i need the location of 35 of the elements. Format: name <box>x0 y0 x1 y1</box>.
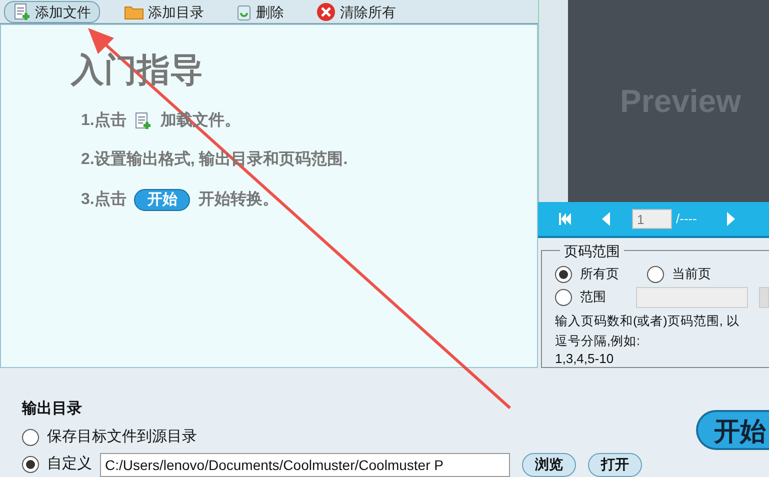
start-button[interactable]: 开始 <box>696 410 769 450</box>
close-icon <box>316 2 336 22</box>
recycle-bin-icon <box>236 2 252 20</box>
document-plus-icon <box>134 112 152 130</box>
radio-button[interactable] <box>555 266 572 282</box>
guide-title: 入门指导 <box>71 53 203 86</box>
radio-label: 保存目标文件到源目录 <box>47 427 197 448</box>
radio-button[interactable] <box>22 456 39 473</box>
browse-button[interactable]: 浏览 <box>522 452 576 476</box>
page-total: /---- <box>676 210 697 228</box>
toolbar-button[interactable]: 清除所有 <box>308 0 404 22</box>
toolbar-button[interactable]: 删除 <box>228 0 292 22</box>
folder-icon <box>124 4 144 20</box>
radio-label: 范围 <box>580 288 606 306</box>
range-example: 1,3,4,5-10 <box>555 351 615 367</box>
step-text: 2.设置输出格式, 输出目录和页码范围. <box>81 150 348 170</box>
step-text: 开始转换。 <box>198 190 278 210</box>
radio-button[interactable] <box>555 288 572 306</box>
document-plus-icon <box>13 2 31 20</box>
page-number-field[interactable]: 1 <box>632 209 672 229</box>
radio-label: 自定义 <box>47 454 92 474</box>
output-title: 输出目录 <box>22 399 83 419</box>
step-text: 1.点击 <box>81 110 126 131</box>
path-field[interactable]: C:/Users/lenovo/Documents/Coolmuster/Coolmuster P <box>100 452 510 476</box>
step-text: 3.点击 <box>81 190 126 210</box>
toolbar-button[interactable]: 添加文件 <box>4 0 100 22</box>
radio-button[interactable] <box>647 266 664 282</box>
radio-button[interactable] <box>22 429 39 446</box>
range-hint: 输入页码数和(或者)页码范围, 以逗号分隔,例如: <box>555 313 740 350</box>
toolbar-button[interactable]: 添加目录 <box>116 0 212 22</box>
range-field[interactable] <box>636 286 748 308</box>
start-badge: 开始 <box>134 189 190 211</box>
radio-label: 所有页 <box>580 265 619 284</box>
radio-label: 当前页 <box>672 265 711 284</box>
open-button[interactable]: 打开 <box>588 452 642 476</box>
